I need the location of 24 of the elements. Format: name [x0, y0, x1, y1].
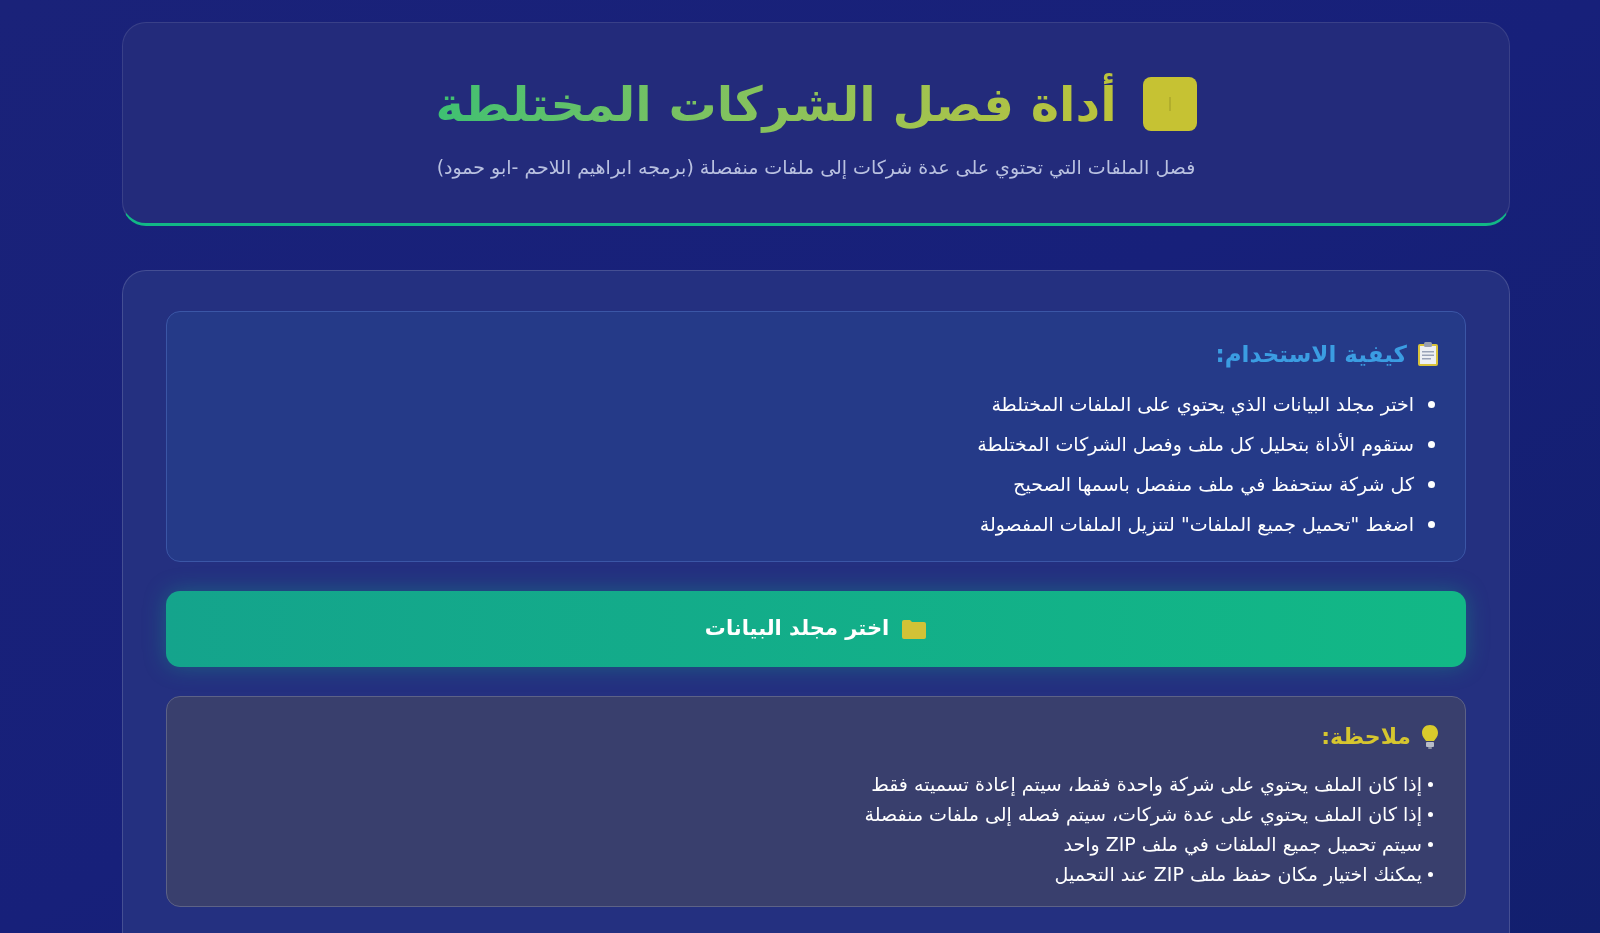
instruction-item: ستقوم الأداة بتحليل كل ملف وفصل الشركات المختلطة — [977, 432, 1414, 458]
bullet-icon — [1428, 520, 1435, 528]
folder-icon — [901, 618, 928, 640]
bullet-icon — [1428, 781, 1433, 787]
note-item: يمكنك اختيار مكان حفظ ملف ZIP عند التحميل — [1054, 862, 1422, 888]
note-heading: ملاحظة: — [1321, 723, 1411, 751]
select-folder-button[interactable]: اختر مجلد البيانات — [166, 591, 1466, 667]
note-item: إذا كان الملف يحتوي على عدة شركات، سيتم فصله إلى ملفات منفصلة — [864, 802, 1422, 828]
bullet-icon — [1428, 841, 1433, 847]
note-item: إذا كان الملف يحتوي على شركة واحدة فقط، سيتم إعادة تسميته فقط — [871, 772, 1422, 798]
bullet-icon — [1428, 440, 1435, 448]
clipboard-icon — [1417, 341, 1439, 367]
instruction-item: اضغط "تحميل جميع الملفات" لتنزيل الملفات المفصولة — [979, 512, 1414, 538]
instruction-item: اختر مجلد البيانات الذي يحتوي على الملفات المختلطة — [991, 392, 1414, 418]
note-item: سيتم تحميل جميع الملفات في ملف ZIP واحد — [1063, 832, 1422, 858]
bullet-icon — [1428, 811, 1433, 817]
bullet-icon — [1428, 480, 1435, 488]
tile-icon — [1142, 77, 1197, 131]
bullet-icon — [1428, 400, 1435, 408]
bullet-icon — [1428, 871, 1433, 877]
instructions-heading: كيفية الاستخدام: — [1215, 340, 1407, 370]
page-subtitle: فصل الملفات التي تحتوي على عدة شركات إلى ملفات منفصلة (برمجه ابراهيم اللاحم -ابو حمود) — [436, 155, 1196, 181]
instruction-item: كل شركة ستحفظ في ملف منفصل باسمها الصحيح — [1013, 472, 1414, 498]
lightbulb-icon — [1421, 724, 1439, 750]
